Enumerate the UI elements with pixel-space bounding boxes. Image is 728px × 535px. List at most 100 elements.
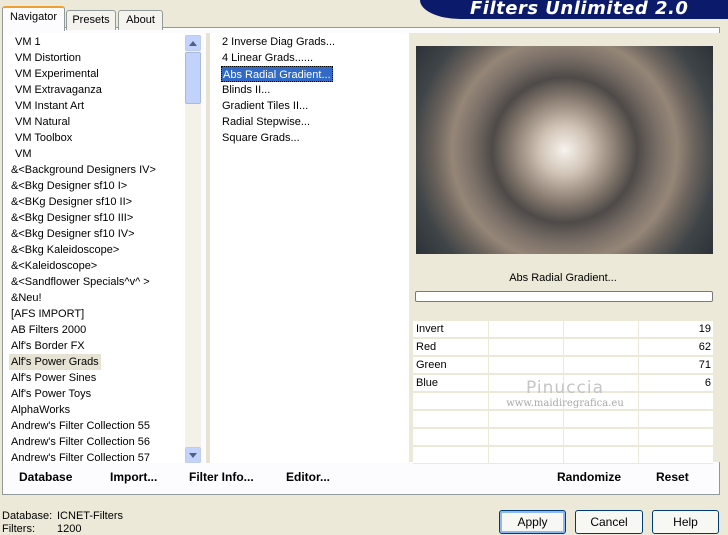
filter-item[interactable]: 2 Inverse Diag Grads...	[222, 34, 335, 50]
category-item[interactable]: Andrew's Filter Collection 55	[11, 418, 150, 434]
tab-navigator[interactable]: Navigator	[2, 6, 65, 31]
filters-info: Filters: 1200	[2, 523, 81, 535]
scroll-up-button[interactable]	[185, 35, 201, 51]
category-item[interactable]: VM Distortion	[15, 50, 81, 66]
category-item[interactable]: AlphaWorks	[11, 402, 70, 418]
category-item[interactable]: &<Bkg Designer sf10 I>	[11, 178, 127, 194]
watermark-name: Pinuccia	[526, 378, 604, 398]
category-item[interactable]: [AFS IMPORT]	[11, 306, 84, 322]
help-button[interactable]: Help	[652, 510, 719, 534]
import-button[interactable]: Import...	[110, 470, 157, 484]
chevron-up-icon	[189, 41, 197, 46]
parameter-name: Red	[416, 341, 437, 353]
slider-tick	[638, 357, 639, 374]
filters-label: Filters:	[2, 523, 35, 535]
database-info: Database: ICNET-Filters	[2, 510, 123, 522]
filter-item[interactable]: 4 Linear Grads......	[222, 50, 313, 66]
selected-filter-name: Abs Radial Gradient...	[509, 272, 617, 284]
slider-tick	[638, 393, 639, 410]
category-item[interactable]: VM 1	[15, 34, 41, 50]
category-item[interactable]: &Neu!	[11, 290, 42, 306]
parameter-name: Green	[416, 359, 447, 371]
filter-list[interactable]: 2 Inverse Diag Grads... 4 Linear Grads...…	[206, 33, 409, 463]
watermark-url: www.maidiregrafica.eu	[506, 398, 624, 409]
category-item[interactable]: &<Kaleidoscope>	[11, 258, 97, 274]
filter-item[interactable]: Abs Radial Gradient...	[221, 66, 333, 82]
app-title: Filters Unlimited 2.0	[470, 0, 689, 19]
filter-item[interactable]: Gradient Tiles II...	[222, 98, 308, 114]
category-item[interactable]: &<Bkg Kaleidoscope>	[11, 242, 119, 258]
category-item[interactable]: Alf's Power Toys	[11, 386, 91, 402]
slider-tick	[488, 429, 489, 446]
database-label: Database:	[2, 510, 53, 522]
category-item[interactable]: &<Background Designers IV>	[11, 162, 156, 178]
category-item[interactable]: VM Toolbox	[15, 130, 72, 146]
slider-tick	[563, 321, 564, 338]
filter-info-button[interactable]: Filter Info...	[189, 470, 254, 484]
slider-tick	[638, 411, 639, 428]
parameter-row[interactable]	[413, 411, 713, 428]
slider-tick	[638, 321, 639, 338]
slider-tick	[638, 429, 639, 446]
scroll-down-button[interactable]	[185, 447, 201, 463]
apply-button[interactable]: Apply	[499, 510, 566, 534]
category-item[interactable]: &<BKg Designer sf10 II>	[11, 194, 132, 210]
tab-navigator-label: Navigator	[9, 11, 58, 23]
slider-tick	[488, 375, 489, 392]
category-item[interactable]: VM Experimental	[15, 66, 99, 82]
parameter-value: 71	[698, 359, 711, 371]
category-list[interactable]: VM 1 VM Distortion VM Experimental VM Extra…	[7, 33, 201, 463]
database-button[interactable]: Database	[19, 470, 72, 484]
tab-about[interactable]: About	[118, 10, 163, 30]
category-item[interactable]: &<Bkg Designer sf10 III>	[11, 210, 133, 226]
parameter-row[interactable]: Invert 19	[413, 321, 713, 338]
filter-item[interactable]: Radial Stepwise...	[222, 114, 310, 130]
slider-tick	[638, 447, 639, 464]
progress-bar	[415, 291, 713, 302]
filter-item[interactable]: Blinds II...	[222, 82, 270, 98]
slider-tick	[563, 357, 564, 374]
slider-tick	[488, 447, 489, 464]
category-item[interactable]: VM Natural	[15, 114, 70, 130]
category-item[interactable]: Alf's Power Grads	[9, 354, 101, 370]
category-scrollbar[interactable]	[185, 35, 201, 463]
cancel-button[interactable]: Cancel	[575, 510, 643, 534]
chevron-down-icon	[189, 453, 197, 458]
slider-tick	[488, 393, 489, 410]
filter-item[interactable]: Square Grads...	[222, 130, 300, 146]
tab-about-label: About	[126, 14, 155, 26]
category-item[interactable]: VM	[15, 146, 32, 162]
preview-image	[416, 46, 713, 254]
scroll-thumb[interactable]	[185, 52, 201, 104]
category-item[interactable]: Andrew's Filter Collection 57	[11, 450, 150, 463]
editor-button[interactable]: Editor...	[286, 470, 330, 484]
category-item[interactable]: VM Instant Art	[15, 98, 84, 114]
parameter-name: Blue	[416, 377, 439, 389]
tab-presets[interactable]: Presets	[66, 10, 116, 30]
slider-tick	[638, 339, 639, 356]
slider-tick	[638, 375, 639, 392]
category-item[interactable]: Alf's Border FX	[11, 338, 85, 354]
parameter-row[interactable]: Red 62	[413, 339, 713, 356]
category-item[interactable]: &<Bkg Designer sf10 IV>	[11, 226, 135, 242]
reset-button[interactable]: Reset	[656, 470, 689, 484]
slider-tick	[488, 411, 489, 428]
parameter-row[interactable]	[413, 429, 713, 446]
parameter-row[interactable]	[413, 447, 713, 464]
filters-count: 1200	[57, 523, 82, 535]
randomize-button[interactable]: Randomize	[557, 470, 621, 484]
category-item[interactable]: Andrew's Filter Collection 56	[11, 434, 150, 450]
parameter-value: 6	[704, 377, 711, 389]
category-item[interactable]: &<Sandflower Specials^v^ >	[11, 274, 150, 290]
parameter-name: Invert	[416, 323, 444, 335]
parameter-row[interactable]: Green 71	[413, 357, 713, 374]
category-item[interactable]: Alf's Power Sines	[11, 370, 96, 386]
category-item[interactable]: AB Filters 2000	[11, 322, 86, 338]
slider-tick	[563, 429, 564, 446]
slider-tick	[488, 357, 489, 374]
parameter-value: 19	[698, 323, 711, 335]
slider-tick	[563, 339, 564, 356]
category-item[interactable]: VM Extravaganza	[15, 82, 102, 98]
tab-presets-label: Presets	[72, 14, 110, 26]
parameter-value: 62	[698, 341, 711, 353]
